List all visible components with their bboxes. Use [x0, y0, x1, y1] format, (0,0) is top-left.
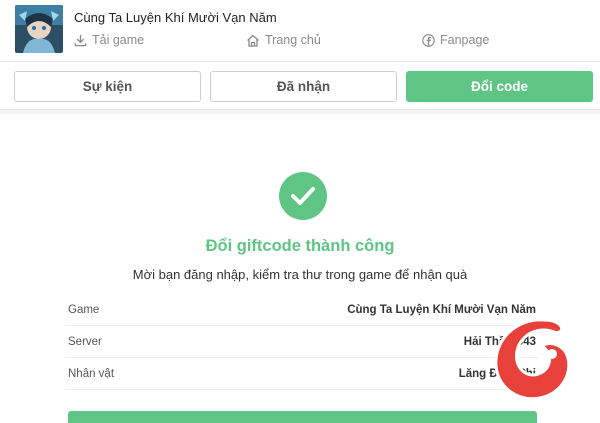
- info-row-server: Server Hải Thần S43: [66, 326, 538, 358]
- tab-redeem-code[interactable]: Đổi code: [406, 71, 593, 102]
- check-circle-icon: [279, 172, 327, 220]
- game-avatar[interactable]: [15, 5, 63, 53]
- tab-claimed[interactable]: Đã nhận: [210, 71, 397, 102]
- nav-download-link[interactable]: Tải game: [74, 33, 144, 47]
- tab-events[interactable]: Sự kiện: [14, 71, 201, 102]
- redeem-info-table: Game Cùng Ta Luyện Khí Mười Vạn Năm Serv…: [66, 294, 538, 390]
- info-label: Server: [68, 335, 102, 348]
- watermark-logo: [486, 310, 582, 406]
- facebook-icon: [422, 33, 435, 47]
- info-row-character: Nhân vật Lăng Đình Phi: [66, 358, 538, 390]
- info-label: Game: [68, 303, 100, 316]
- app-header: Cùng Ta Luyện Khí Mười Vạn Năm Tải game …: [0, 0, 600, 62]
- tabs-bar: Sự kiện Đã nhận Đổi code: [0, 62, 600, 110]
- nav-home-link[interactable]: Trang chủ: [246, 33, 321, 47]
- info-label: Nhân vật: [68, 367, 115, 380]
- info-row-game: Game Cùng Ta Luyện Khí Mười Vạn Năm: [66, 294, 538, 326]
- action-button[interactable]: [68, 411, 537, 423]
- nav-fanpage-link[interactable]: Fanpage: [422, 33, 489, 47]
- nav-home-label: Trang chủ: [265, 33, 321, 47]
- divider: [0, 110, 600, 114]
- download-icon: [74, 34, 87, 47]
- nav-download-label: Tải game: [92, 33, 145, 47]
- nav-fanpage-label: Fanpage: [440, 33, 490, 47]
- success-title: Đổi giftcode thành công: [205, 237, 395, 255]
- home-icon: [246, 34, 260, 47]
- game-title: Cùng Ta Luyện Khí Mười Vạn Năm: [74, 10, 277, 25]
- success-message: Mời bạn đăng nhập, kiểm tra thư trong ga…: [132, 267, 468, 282]
